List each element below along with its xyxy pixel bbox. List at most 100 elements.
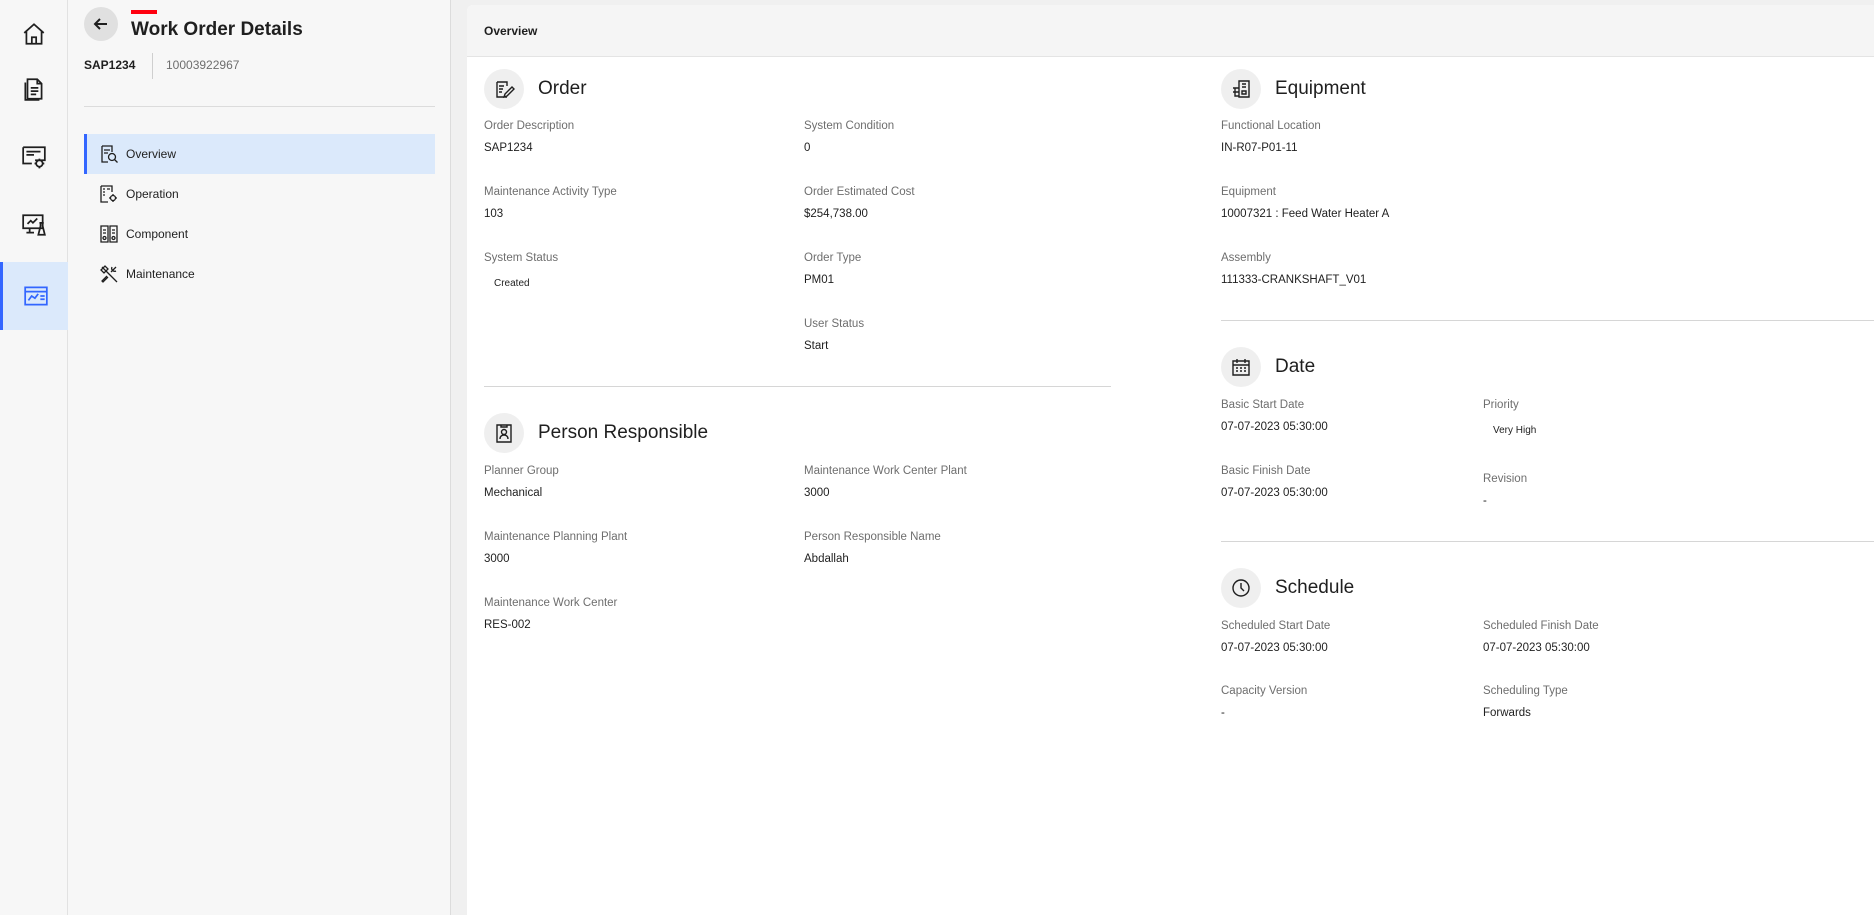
schedule-section-header: Schedule — [1221, 568, 1354, 608]
field-label: Revision — [1483, 473, 1528, 485]
field-label: Scheduled Finish Date — [1483, 620, 1599, 632]
scheduled-start-date-field: Scheduled Start Date 07-07-2023 05:30:00 — [1221, 620, 1330, 654]
work-center-plant-field: Maintenance Work Center Plant 3000 — [804, 465, 967, 499]
document-icon — [24, 78, 43, 101]
sidebar-item-overview[interactable]: Overview — [84, 134, 435, 174]
date-icon-wrap — [1221, 347, 1261, 387]
settings-list-icon — [22, 146, 46, 169]
planning-plant-field: Maintenance Planning Plant 3000 — [484, 531, 627, 565]
order-edit-icon — [496, 81, 515, 99]
field-value: 07-07-2023 05:30:00 — [1221, 421, 1328, 433]
field-label: Functional Location — [1221, 120, 1321, 132]
field-label: System Status — [484, 252, 559, 264]
planner-group-field: Planner Group Mechanical — [484, 465, 559, 499]
rail-documents[interactable] — [0, 55, 68, 123]
sidebar-item-maintenance[interactable]: Maintenance — [84, 254, 435, 294]
field-label: System Condition — [804, 120, 895, 132]
scheduled-finish-date-field: Scheduled Finish Date 07-07-2023 05:30:0… — [1483, 620, 1599, 654]
title-accent-bar — [131, 10, 157, 14]
sidebar-item-label: Overview — [126, 147, 177, 161]
sidebar-item-label: Operation — [126, 187, 179, 201]
field-label: Person Responsible Name — [804, 531, 941, 543]
field-label: Basic Finish Date — [1221, 465, 1311, 477]
work-center-field: Maintenance Work Center RES-002 — [484, 597, 617, 631]
priority-field: Priority Very High — [1483, 399, 1546, 440]
field-value: - — [1483, 495, 1487, 507]
panel-header: Overview — [467, 5, 1874, 57]
field-value: 07-07-2023 05:30:00 — [1483, 642, 1590, 654]
field-label: Planner Group — [484, 465, 559, 477]
basic-start-date-field: Basic Start Date 07-07-2023 05:30:00 — [1221, 399, 1328, 433]
estimated-cost-field: Order Estimated Cost $254,738.00 — [804, 186, 915, 220]
calendar-icon — [1232, 359, 1250, 376]
field-value: 3000 — [804, 487, 830, 499]
functional-location-field: Functional Location IN-R07-P01-11 — [1221, 120, 1321, 154]
field-value: 3000 — [484, 553, 510, 565]
person-title: Person Responsible — [538, 422, 709, 443]
person-name-field: Person Responsible Name Abdallah — [804, 531, 941, 565]
field-value: 10007321 : Feed Water Heater A — [1221, 208, 1390, 220]
back-button[interactable] — [84, 7, 118, 41]
arrow-left-icon — [93, 18, 107, 30]
page-title: Work Order Details — [131, 19, 303, 40]
field-label: Order Type — [804, 252, 862, 264]
work-order-sidebar: Work Order Details SAP1234 10003922967 O… — [68, 0, 451, 915]
system-status-field: System Status Created — [484, 252, 558, 293]
maintenance-icon — [100, 265, 118, 283]
equipment-field: Equipment 10007321 : Feed Water Heater A — [1221, 186, 1389, 220]
field-value: $254,738.00 — [804, 208, 868, 220]
capacity-version-field: Capacity Version - — [1221, 685, 1307, 719]
order-title: Order — [538, 78, 587, 99]
revision-field: Revision - — [1483, 473, 1527, 507]
rail-monitor[interactable] — [0, 191, 68, 259]
field-value: Start — [804, 340, 829, 352]
rail-work-settings[interactable] — [0, 123, 68, 191]
field-value: 07-07-2023 05:30:00 — [1221, 642, 1328, 654]
field-label: Scheduling Type — [1483, 685, 1568, 697]
equipment-title: Equipment — [1275, 78, 1366, 99]
date-title: Date — [1275, 356, 1316, 377]
header-separator — [152, 53, 153, 79]
overview-icon — [101, 145, 118, 163]
field-label: User Status — [804, 318, 865, 330]
person-badge-icon — [496, 424, 512, 443]
field-label: Order Description — [484, 120, 575, 132]
system-condition-field: System Condition 0 — [804, 120, 894, 154]
sidebar-item-label: Maintenance — [126, 267, 195, 281]
field-label: Maintenance Work Center Plant — [804, 465, 967, 477]
sidebar-divider — [84, 106, 435, 107]
dashboard-chart-icon — [23, 286, 48, 306]
section-divider — [1221, 320, 1874, 321]
person-icon-wrap — [484, 413, 524, 453]
date-section-header: Date — [1221, 347, 1315, 387]
field-value: PM01 — [804, 274, 835, 286]
section-divider — [1221, 541, 1874, 542]
monitor-lab-icon — [22, 214, 46, 236]
clock-icon — [1232, 579, 1250, 597]
section-divider — [484, 386, 1111, 387]
field-value: RES-002 — [484, 619, 531, 631]
field-label: Basic Start Date — [1221, 399, 1305, 411]
status-badge: Created — [494, 278, 530, 289]
field-label: Order Estimated Cost — [804, 186, 915, 198]
priority-badge: Very High — [1493, 425, 1537, 436]
field-value: 103 — [484, 208, 504, 220]
field-value: Mechanical — [484, 487, 543, 499]
assembly-field: Assembly 111333-CRANKSHAFT_V01 — [1221, 252, 1366, 286]
order-icon-wrap — [484, 69, 524, 109]
sidebar-item-component[interactable]: Component — [84, 214, 435, 254]
field-value: 07-07-2023 05:30:00 — [1221, 487, 1328, 499]
rail-dashboard[interactable] — [0, 262, 68, 330]
home-icon — [23, 23, 45, 45]
field-label: Capacity Version — [1221, 685, 1308, 697]
field-label: Maintenance Work Center — [484, 597, 618, 609]
equipment-section-header: Equipment — [1221, 69, 1366, 109]
sidebar-item-operation[interactable]: Operation — [84, 174, 435, 214]
field-label: Scheduled Start Date — [1221, 620, 1331, 632]
component-icon — [100, 225, 118, 243]
field-label: Maintenance Planning Plant — [484, 531, 628, 543]
order-id: SAP1234 — [84, 58, 136, 72]
field-label: Equipment — [1221, 186, 1276, 198]
field-value: Abdallah — [804, 553, 849, 565]
field-label: Assembly — [1221, 252, 1271, 264]
